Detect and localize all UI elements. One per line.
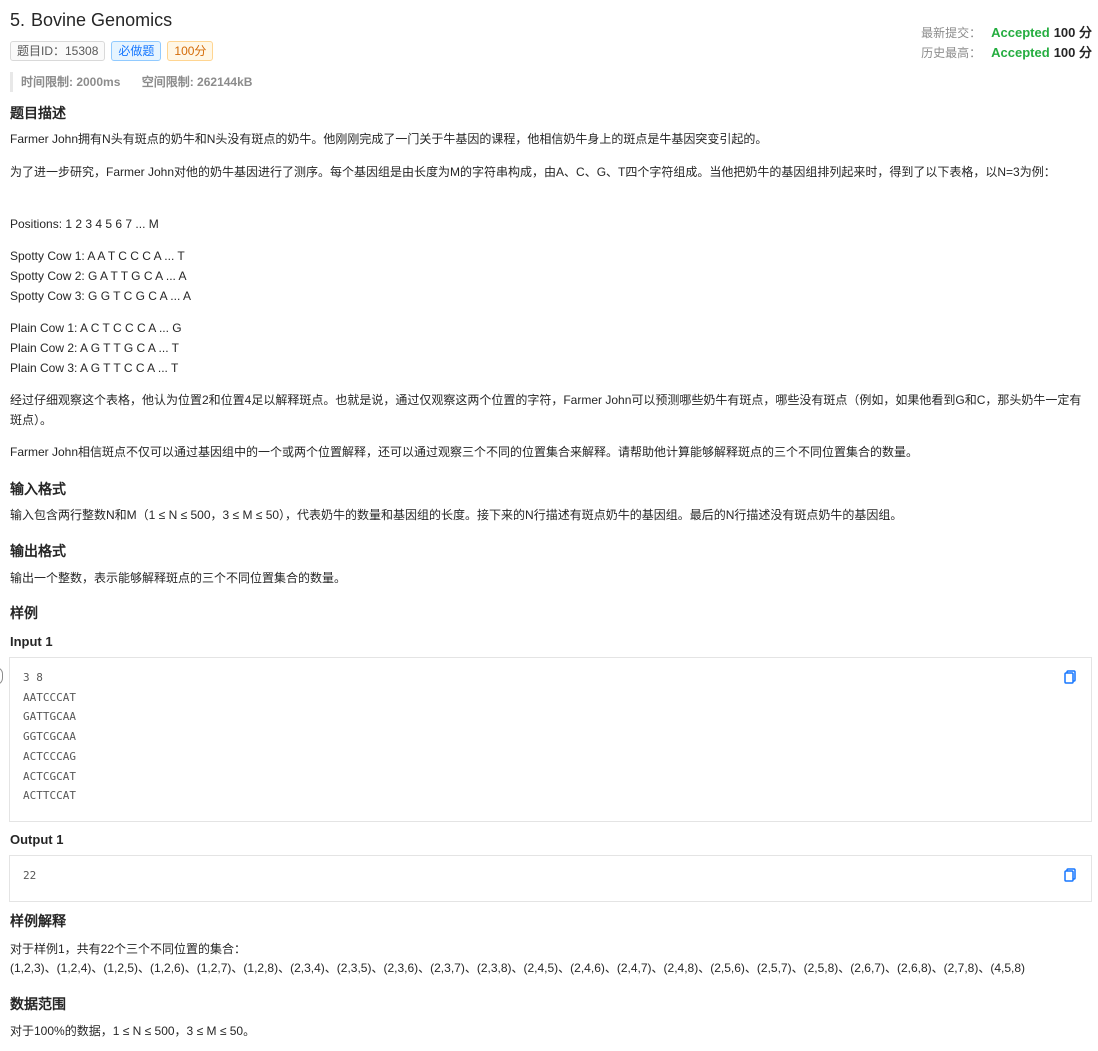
plain-cow-line: Plain Cow 3: A G T T C C A ... T [10, 361, 179, 375]
required-tag: 必做题 [111, 41, 162, 61]
spotty-cow-line: Spotty Cow 1: A A T C C C A ... T [10, 249, 185, 263]
explanation-line2: (1,2,3)、(1,2,4)、(1,2,5)、(1,2,6)、(1,2,7)、… [10, 961, 1025, 975]
submission-status: 最新提交： Accepted 100 分 历史最高： Accepted 100 … [921, 22, 1092, 62]
spotty-cow-line: Spotty Cow 3: G G T C G C A ... A [10, 289, 191, 303]
positions-line: Positions: 1 2 3 4 5 6 7 ... M [10, 217, 159, 231]
sample-output-text[interactable]: 22 [10, 856, 1091, 896]
input-format-text: 输入包含两行整数N和M（1 ≤ N ≤ 500，3 ≤ M ≤ 50），代表奶牛… [10, 508, 903, 522]
best-submission-result[interactable]: Accepted [991, 45, 1050, 60]
input-format-heading: 输入格式 [10, 481, 66, 497]
problem-name: Bovine Genomics [31, 10, 173, 30]
problem-title: 5. Bovine Genomics [10, 10, 172, 31]
problem-tags: 题目ID：15308 必做题 100分 [10, 41, 214, 61]
memory-limit: 空间限制: 262144kB [141, 75, 253, 89]
resource-limits: 时间限制: 2000ms 空间限制: 262144kB [10, 72, 270, 92]
plain-cow-line: Plain Cow 1: A C T C C C A ... G [10, 321, 182, 335]
copy-icon[interactable] [1063, 670, 1077, 684]
spotty-cows-list: Spotty Cow 1: A A T C C C A ... T Spotty… [10, 246, 191, 306]
problem-id-tag: 题目ID：15308 [10, 41, 106, 61]
latest-submission-row: 最新提交： Accepted 100 分 [921, 22, 1092, 42]
problem-page: 5. Bovine Genomics 题目ID：15308 必做题 100分 最新… [0, 0, 1098, 1051]
output-format-text: 输出一个整数，表示能够解释斑点的三个不同位置集合的数量。 [10, 571, 347, 585]
latest-submission-score: 100 分 [1053, 25, 1092, 40]
best-submission-score: 100 分 [1053, 45, 1092, 60]
score-tag: 100分 [167, 41, 214, 61]
copy-icon[interactable] [1063, 868, 1077, 882]
output-format-heading: 输出格式 [10, 543, 66, 559]
description-p3: 经过仔细观察这个表格，他认为位置2和位置4足以解释斑点。也就是说，通过仅观察这两… [10, 393, 1082, 427]
spotty-cow-line: Spotty Cow 2: G A T T G C A ... A [10, 269, 187, 283]
sample-input-box[interactable]: 3 8 AATCCCAT GATTGCAA GGTCGCAA ACTCCCAG … [9, 657, 1092, 822]
sample-output-label: Output 1 [10, 832, 64, 847]
latest-submission-result[interactable]: Accepted [991, 25, 1050, 40]
sample-input-text[interactable]: 3 8 AATCCCAT GATTGCAA GGTCGCAA ACTCCCAG … [10, 658, 1091, 816]
explanation-heading: 样例解释 [10, 913, 66, 929]
plain-cow-line: Plain Cow 2: A G T T G C A ... T [10, 341, 179, 355]
problem-number: 5. [10, 10, 26, 30]
collapse-indicator [0, 667, 3, 685]
sample-output-box[interactable]: 22 [9, 855, 1092, 902]
sample-input-label: Input 1 [10, 634, 53, 649]
time-limit: 时间限制: 2000ms [21, 75, 121, 89]
best-submission-label: 历史最高： [921, 46, 982, 60]
plain-cows-list: Plain Cow 1: A C T C C C A ... G Plain C… [10, 318, 182, 378]
constraints-text: 对于100%的数据，1 ≤ N ≤ 500，3 ≤ M ≤ 50。 [10, 1024, 256, 1038]
latest-submission-label: 最新提交： [921, 26, 982, 40]
explanation-line1: 对于样例1，共有22个三个不同位置的集合： [10, 942, 247, 956]
samples-heading: 样例 [10, 605, 38, 621]
constraints-heading: 数据范围 [10, 996, 66, 1012]
description-p4: Farmer John相信斑点不仅可以通过基因组中的一个或两个位置解释，还可以通… [10, 445, 919, 459]
description-p1: Farmer John拥有N头有斑点的奶牛和N头没有斑点的奶牛。他刚刚完成了一门… [10, 132, 768, 146]
description-heading: 题目描述 [10, 105, 66, 121]
best-submission-row: 历史最高： Accepted 100 分 [921, 42, 1092, 62]
description-p2: 为了进一步研究，Farmer John对他的奶牛基因进行了测序。每个基因组是由长… [10, 165, 1056, 179]
